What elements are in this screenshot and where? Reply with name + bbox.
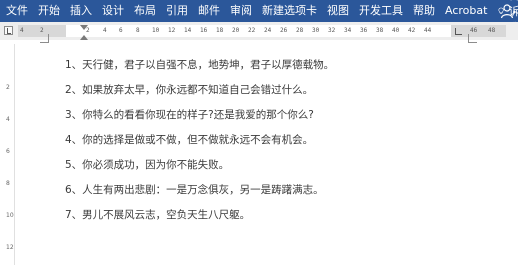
hanging-indent-marker[interactable] [80,35,88,40]
ruler-number: 18 [216,27,224,34]
tab-view[interactable]: 视图 [322,0,354,22]
paragraph-line: 2、如果放弃太早，你永远都不知道自己会错过什么。 [65,84,314,96]
ruler-number: 6 [119,27,123,34]
ruler-number: 26 [280,27,288,34]
ruler-number: 30 [312,27,320,34]
ribbon-tab-bar: 文件 开始 插入 设计 布局 引用 邮件 审阅 新建选项卡 视图 开发工具 帮助… [0,0,518,34]
ruler-number: 42 [408,27,416,34]
tab-mailings[interactable]: 邮件 [193,0,225,22]
ruler-number: 12 [168,27,176,34]
user-icon[interactable] [500,3,516,19]
crop-mark-top-right [468,34,477,43]
ruler-number: 14 [184,27,192,34]
ruler-number: 8 [136,27,140,34]
ruler-number: 16 [200,27,208,34]
crop-mark-top-left [40,34,49,43]
ruler-number: 46 [470,27,478,34]
vertical-ruler[interactable]: 2 4 6 8 10 12 [4,44,15,265]
document-body[interactable]: 1、天行健，君子以自强不息，地势坤，君子以厚德载物。 2、如果放弃太早，你永远都… [65,58,334,233]
paragraph-line: 6、人生有两出悲剧：一是万念俱灰，另一是踌躇满志。 [65,184,324,196]
tab-review[interactable]: 审阅 [225,0,257,22]
ruler-number: 32 [328,27,336,34]
ruler-number: 4 [20,27,24,34]
tab-home[interactable]: 开始 [33,0,65,22]
vruler-number: 10 [6,212,14,219]
paragraph-line: 1、天行健，君子以自强不息，地势坤，君子以厚德载物。 [65,59,335,71]
ruler-area: 4 2 2 4 6 8 10 12 14 16 18 20 22 24 26 2… [0,22,518,40]
ruler-number: 36 [360,27,368,34]
tab-new-tab[interactable]: 新建选项卡 [257,0,322,22]
vruler-number: 12 [6,244,14,251]
ruler-number: 40 [392,27,400,34]
ruler-number: 34 [344,27,352,34]
tab-acrobat[interactable]: Acrobat [440,0,492,22]
horizontal-ruler[interactable]: 4 2 2 4 6 8 10 12 14 16 18 20 22 24 26 2… [18,25,506,40]
ruler-number: 38 [376,27,384,34]
tab-developer[interactable]: 开发工具 [354,0,408,22]
tab-help[interactable]: 帮助 [408,0,440,22]
ruler-number: 44 [424,27,432,34]
tab-design[interactable]: 设计 [97,0,129,22]
tab-selector[interactable] [4,26,13,35]
vruler-number: 4 [6,116,10,123]
tab-insert[interactable]: 插入 [65,0,97,22]
ruler-number: 48 [488,27,496,34]
ruler-number: 28 [296,27,304,34]
tab-references[interactable]: 引用 [161,0,193,22]
paragraph-line: 4、你的选择是做或不做，但不做就永远不会有机会。 [65,134,314,146]
vruler-number: 2 [6,84,10,91]
first-line-indent-marker[interactable] [80,25,88,30]
tab-file[interactable]: 文件 [0,0,33,22]
paragraph-line: 5、你必须成功，因为你不能失败。 [65,159,230,171]
paragraph-line: 3、你特么的看看你现在的样子?还是我爱的那个你么? [65,109,314,121]
tab-layout[interactable]: 布局 [129,0,161,22]
ruler-number: 2 [40,27,44,34]
ruler-number: 24 [264,27,272,34]
ruler-number: 10 [152,27,160,34]
vruler-number: 6 [6,148,10,155]
right-indent-marker[interactable] [455,28,462,35]
paragraph-line: 7、男儿不展风云志，空负天生八尺躯。 [65,209,251,221]
ruler-number: 20 [232,27,240,34]
ruler-number: 22 [248,27,256,34]
vruler-number: 8 [6,180,10,187]
ruler-number: 4 [103,27,107,34]
